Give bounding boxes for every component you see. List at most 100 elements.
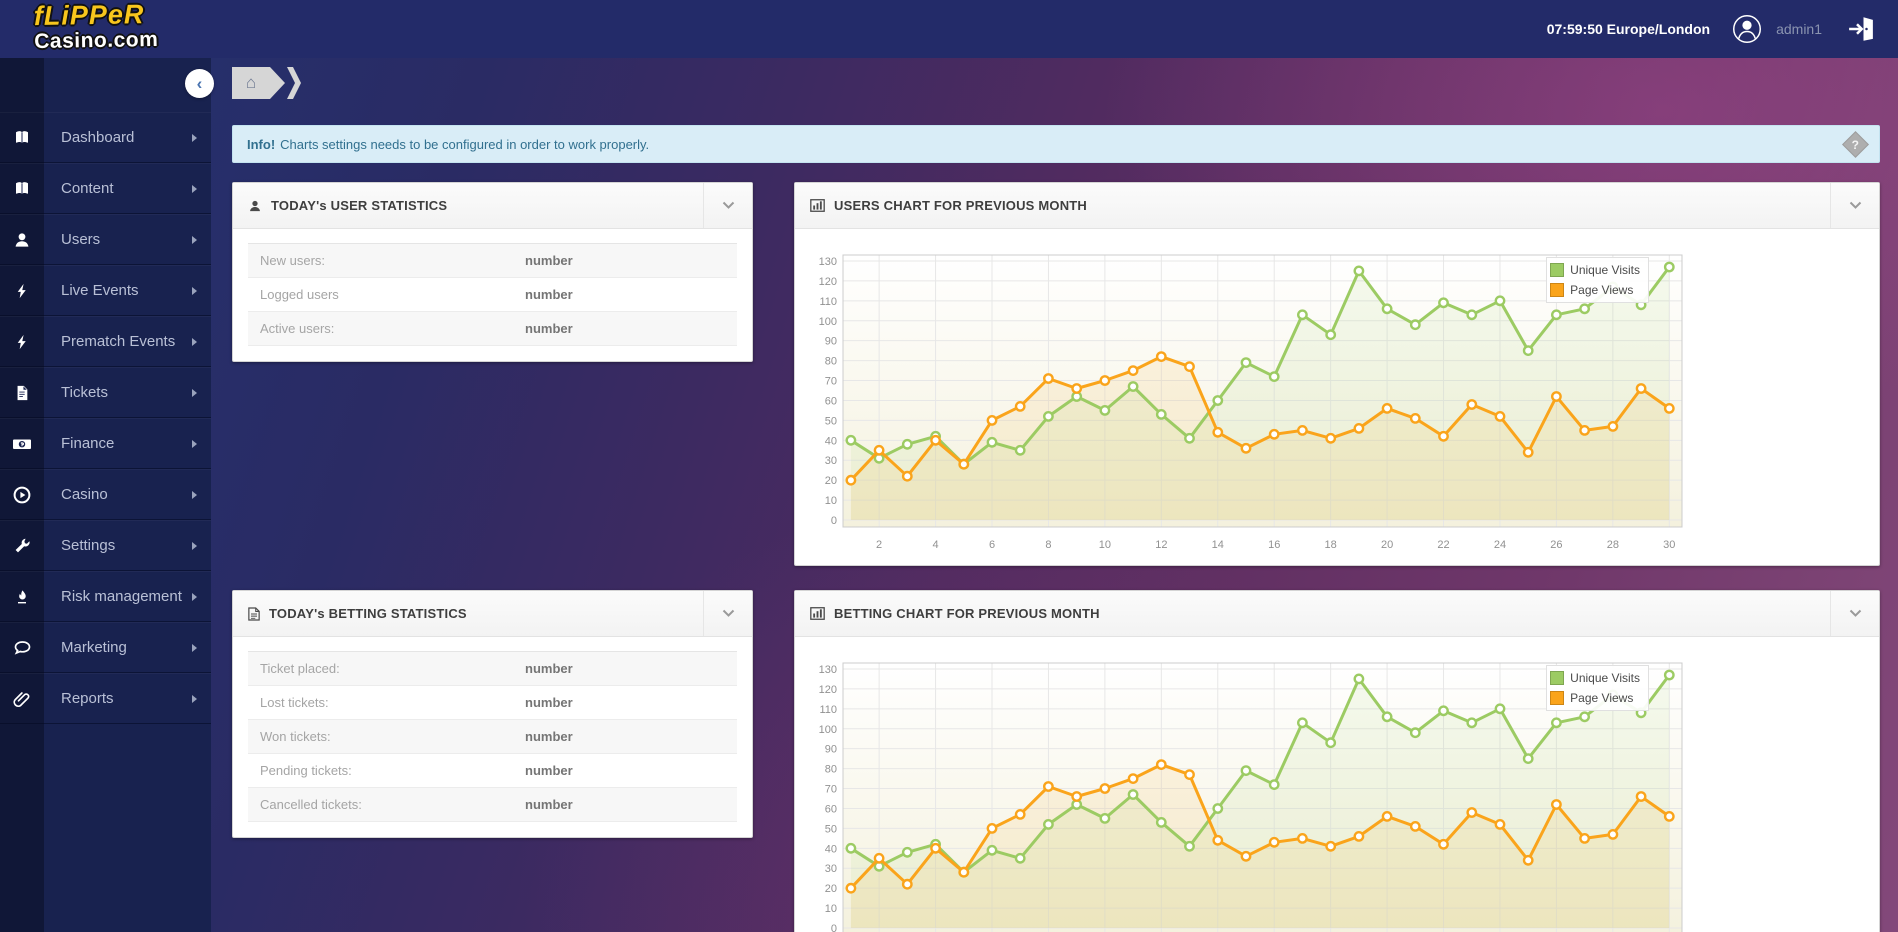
panel-collapse-button[interactable] xyxy=(703,591,752,636)
sidebar-item-content[interactable]: Content xyxy=(0,163,211,214)
svg-text:20: 20 xyxy=(1381,539,1393,551)
svg-text:100: 100 xyxy=(819,724,837,736)
chevron-right-icon xyxy=(192,185,197,193)
legend-swatch-green xyxy=(1550,263,1564,277)
brand-logo[interactable]: fLiPPeR Casino.com xyxy=(34,1,159,52)
sidebar-item-reports[interactable]: Reports xyxy=(0,673,211,724)
svg-text:2: 2 xyxy=(876,539,882,551)
svg-text:100: 100 xyxy=(819,316,837,328)
svg-text:80: 80 xyxy=(825,356,837,368)
user-avatar-icon[interactable] xyxy=(1732,14,1762,44)
svg-text:130: 130 xyxy=(819,664,837,676)
stat-label: Lost tickets: xyxy=(260,695,525,710)
chevron-down-icon xyxy=(722,609,735,618)
legend-label: Unique Visits xyxy=(1570,671,1640,685)
server-clock: 07:59:50 Europe/London xyxy=(1547,21,1710,37)
svg-text:28: 28 xyxy=(1607,539,1619,551)
topbar-right: 07:59:50 Europe/London admin1 xyxy=(1547,0,1876,58)
stat-value: number xyxy=(525,321,725,336)
svg-text:60: 60 xyxy=(825,803,837,815)
panel-title: TODAY's USER STATISTICS xyxy=(271,198,447,213)
sidebar-item-marketing[interactable]: Marketing xyxy=(0,622,211,673)
stat-value: number xyxy=(525,729,725,744)
sidebar-item-label: Content xyxy=(44,180,114,197)
betting-stats-panel: TODAY's BETTING STATISTICS Ticket placed… xyxy=(232,590,753,838)
svg-text:26: 26 xyxy=(1550,539,1562,551)
breadcrumb-arrow-icon xyxy=(270,67,285,99)
svg-text:10: 10 xyxy=(1099,539,1111,551)
sidebar-collapse-button[interactable]: ‹ xyxy=(185,69,214,98)
svg-text:24: 24 xyxy=(1494,539,1506,551)
svg-text:60: 60 xyxy=(825,395,837,407)
chevron-right-icon xyxy=(192,287,197,295)
stat-value: number xyxy=(525,797,725,812)
stat-value: number xyxy=(525,661,725,676)
svg-text:90: 90 xyxy=(825,744,837,756)
sidebar: Dashboard Content Users Live Events Prem… xyxy=(0,58,211,932)
svg-text:120: 120 xyxy=(819,684,837,696)
logout-button[interactable] xyxy=(1846,14,1876,44)
breadcrumb[interactable]: ⌂ xyxy=(232,67,304,99)
chevron-right-icon xyxy=(192,542,197,550)
panel-collapse-button[interactable] xyxy=(703,183,752,228)
sidebar-item-risk-management[interactable]: Risk management xyxy=(0,571,211,622)
bar-chart-icon xyxy=(810,199,825,212)
legend-swatch-orange xyxy=(1550,691,1564,705)
sidebar-item-prematch-events[interactable]: Prematch Events xyxy=(0,316,211,367)
bolt-icon xyxy=(0,266,44,315)
sidebar-item-label: Tickets xyxy=(44,384,108,401)
svg-text:10: 10 xyxy=(825,903,837,915)
legend-item: Page Views xyxy=(1550,688,1640,708)
svg-text:70: 70 xyxy=(825,784,837,796)
sidebar-item-settings[interactable]: Settings xyxy=(0,520,211,571)
svg-text:40: 40 xyxy=(825,435,837,447)
svg-text:70: 70 xyxy=(825,376,837,388)
play-circle-icon xyxy=(0,470,44,519)
stat-value: number xyxy=(525,695,725,710)
panel-collapse-button[interactable] xyxy=(1830,183,1879,228)
sidebar-item-dashboard[interactable]: Dashboard xyxy=(0,112,211,163)
sidebar-item-live-events[interactable]: Live Events xyxy=(0,265,211,316)
chevron-down-icon xyxy=(1849,609,1862,618)
sidebar-item-users[interactable]: Users xyxy=(0,214,211,265)
betting-chart-panel: BETTING CHART FOR PREVIOUS MONTH 0102030… xyxy=(794,590,1880,932)
betting-stats-panel-header: TODAY's BETTING STATISTICS xyxy=(233,591,752,637)
betting-stats-body: Ticket placed: number Lost tickets: numb… xyxy=(233,637,752,837)
betting-chart-wrap: 0102030405060708090100110120130246810121… xyxy=(809,651,1689,932)
chevron-right-icon xyxy=(192,491,197,499)
stat-label: Pending tickets: xyxy=(260,763,525,778)
stat-label: Won tickets: xyxy=(260,729,525,744)
logout-door-icon xyxy=(1846,14,1876,44)
users-chart-panel-header: USERS CHART FOR PREVIOUS MONTH xyxy=(795,183,1879,229)
sidebar-item-label: Users xyxy=(44,231,100,248)
user-icon xyxy=(0,215,44,264)
sidebar-item-tickets[interactable]: Tickets xyxy=(0,367,211,418)
sidebar-item-casino[interactable]: Casino xyxy=(0,469,211,520)
chevron-right-icon xyxy=(192,338,197,346)
sidebar-item-label: Settings xyxy=(44,537,115,554)
sidebar-item-label: Casino xyxy=(44,486,108,503)
svg-text:50: 50 xyxy=(825,415,837,427)
svg-text:14: 14 xyxy=(1212,539,1224,551)
sidebar-item-label: Finance xyxy=(44,435,114,452)
stat-row: Logged users number xyxy=(248,278,737,312)
stat-value: number xyxy=(525,287,725,302)
svg-text:22: 22 xyxy=(1437,539,1449,551)
svg-text:110: 110 xyxy=(819,704,837,716)
dashboard-grid: TODAY's USER STATISTICS New users: numbe… xyxy=(232,182,1880,932)
panel-collapse-button[interactable] xyxy=(1830,591,1879,636)
home-icon[interactable]: ⌂ xyxy=(232,67,270,99)
svg-text:8: 8 xyxy=(1045,539,1051,551)
chevron-right-icon xyxy=(192,644,197,652)
help-icon[interactable]: ? xyxy=(1842,131,1869,158)
chevron-right-icon xyxy=(192,695,197,703)
breadcrumb-arrow-icon xyxy=(287,67,301,99)
stat-label: New users: xyxy=(260,253,525,268)
svg-text:30: 30 xyxy=(825,863,837,875)
svg-text:30: 30 xyxy=(825,455,837,467)
sidebar-item-finance[interactable]: Finance xyxy=(0,418,211,469)
username-link[interactable]: admin1 xyxy=(1776,21,1822,37)
stat-value: number xyxy=(525,253,725,268)
svg-text:12: 12 xyxy=(1155,539,1167,551)
chevron-down-icon xyxy=(722,201,735,210)
